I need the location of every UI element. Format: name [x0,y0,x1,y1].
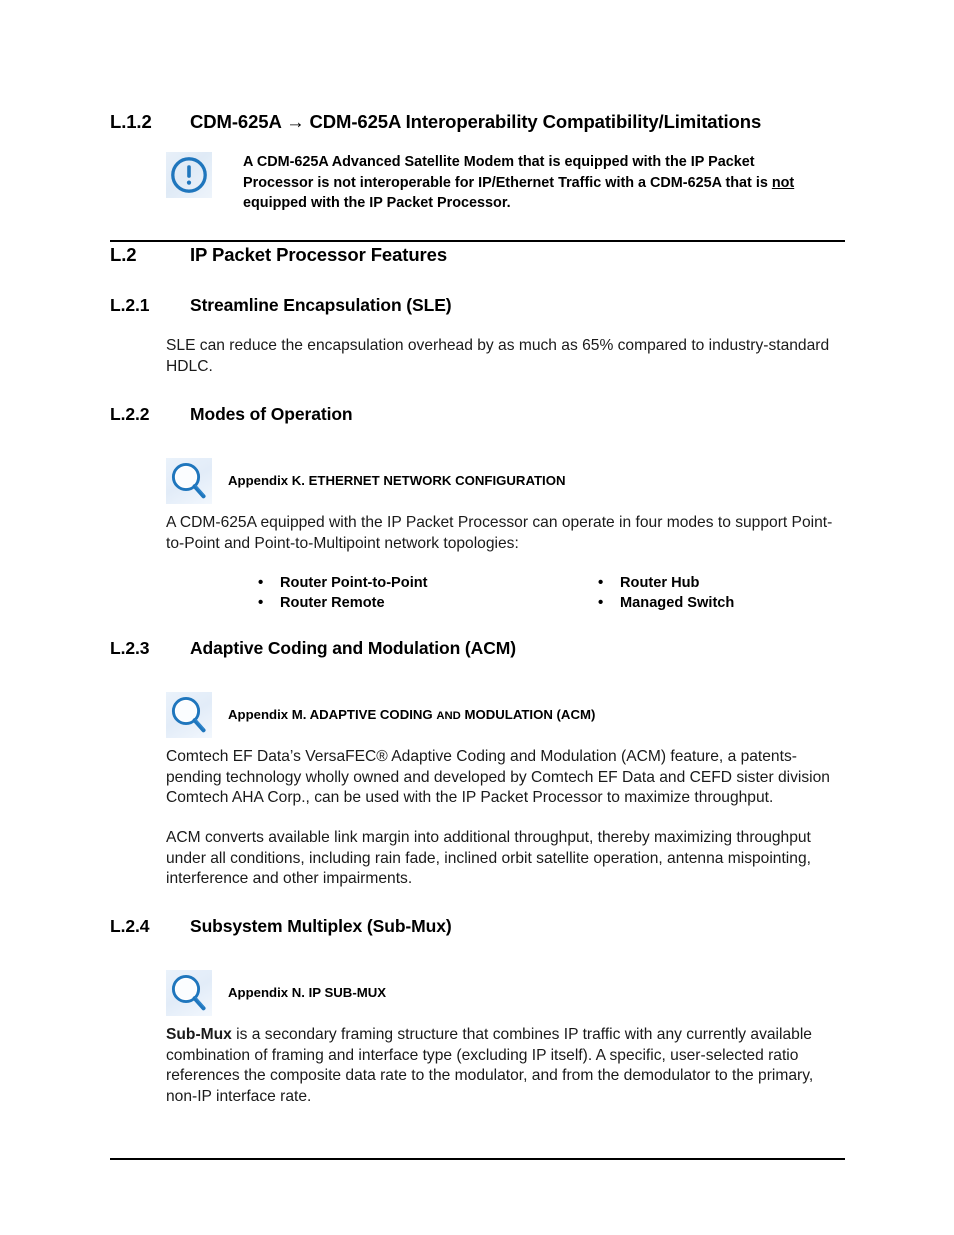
heading-l-2: L.2 IP Packet Processor Features [110,244,448,265]
heading-l-2-3: L.2.3 Adaptive Coding and Modulation (ACM… [110,638,516,658]
crossref-m-text: Appendix M. ADAPTIVE CODING AND MODULATI… [228,692,595,726]
heading-number: L.2.2 [110,404,150,424]
magnifier-icon [166,692,212,738]
crossref-n-text: Appendix N. IP SUB-MUX [228,985,387,1000]
magnifier-glyph [171,696,206,733]
list-item-label: Router Point-to-Point [280,575,428,591]
heading-l-2-2: L.2.2 Modes of Operation [110,404,353,424]
warning-emphasis-not: not [771,174,795,191]
paragraph-submux: Sub-Mux is a secondary framing structure… [166,1025,846,1107]
list-item-label: Router Hub [620,575,700,591]
submux-rest: is a secondary framing structure that co… [166,1026,814,1105]
list-item: • Router Hub [598,573,898,593]
heading-l-2-4: L.2.4 Subsystem Multiplex (Sub-Mux) [110,916,452,936]
exclamation-circle-icon [166,152,212,198]
heading-number: L.2.1 [110,295,150,315]
crossref-m-prefix: Appendix M. ADAPTIVE CODING [228,707,437,722]
modes-list-right: • Router Hub • Managed Switch [598,573,898,613]
magnifier-glyph [171,462,206,499]
heading-title: IP Packet Processor Features [190,244,448,265]
list-item: • Router Remote [258,593,558,613]
list-item: • Router Point-to-Point [258,573,558,593]
exclamation-circle-glyph [171,157,207,193]
warning-callout: A CDM-625A Advanced Satellite Modem that… [166,152,866,214]
crossref-callout-m: Appendix M. ADAPTIVE CODING AND MODULATI… [166,692,866,738]
document-page: L.1.2 CDM-625A → CDM-625A Interoperabilit… [0,0,954,1235]
paragraph-modes: A CDM-625A equipped with the IP Packet P… [166,514,833,552]
warning-line-1: A CDM-625A Advanced Satellite Modem that… [243,154,755,170]
heading-number: L.2.3 [110,638,150,658]
paragraph-sle: SLE can reduce the encapsulation overhea… [166,337,830,375]
crossref-m-suffix: MODULATION (ACM) [460,707,596,722]
heading-title: Streamline Encapsulation (SLE) [190,295,452,315]
warning-callout-text: A CDM-625A Advanced Satellite Modem that… [243,152,863,214]
heading-title: CDM-625A → CDM-625A Interoperability Com… [190,111,762,132]
paragraph-acm-2: ACM converts available link margin into … [166,829,811,888]
bullet-icon: • [258,594,264,611]
crossref-k-text: Appendix K. ETHERNET NETWORK CONFIGURATI… [228,473,566,488]
footer-rule [110,1158,845,1160]
heading-number: L.2 [110,244,137,265]
magnifier-icon [166,458,212,504]
list-item: • Managed Switch [598,593,898,613]
heading-l-1-2: L.1.2 CDM-625A → CDM-625A Interoperabilit… [110,111,762,132]
bullet-icon: • [258,574,264,591]
warning-line-2: Processor is not interoperable for IP/Et… [243,174,772,191]
paragraph-acm-1: Comtech EF Data’s VersaFEC® Adaptive Cod… [166,748,830,807]
heading-number: L.2.4 [110,916,150,936]
heading-number: L.1.2 [110,111,152,132]
crossref-callout-n: Appendix N. IP SUB-MUX [166,970,866,1016]
bullet-icon: • [598,594,604,611]
heading-l-2-1: L.2.1 Streamline Encapsulation (SLE) [110,295,452,315]
list-item-label: Router Remote [280,595,385,611]
section-rule-top [110,240,845,242]
heading-title: Subsystem Multiplex (Sub-Mux) [190,916,452,936]
bullet-icon: • [598,574,604,591]
magnifier-glyph [171,974,206,1011]
crossref-callout-k: Appendix K. ETHERNET NETWORK CONFIGURATI… [166,458,866,504]
modes-list-left: • Router Point-to-Point • Router Remote [258,573,558,613]
warning-line-3: equipped with the IP Packet Processor. [243,195,511,211]
crossref-m-smallcaps: AND [436,710,461,722]
magnifier-icon [166,970,212,1016]
submux-bold-lead: Sub-Mux [166,1026,232,1043]
heading-title: Modes of Operation [190,404,353,424]
list-item-label: Managed Switch [620,595,735,611]
heading-title: Adaptive Coding and Modulation (ACM) [190,638,516,658]
